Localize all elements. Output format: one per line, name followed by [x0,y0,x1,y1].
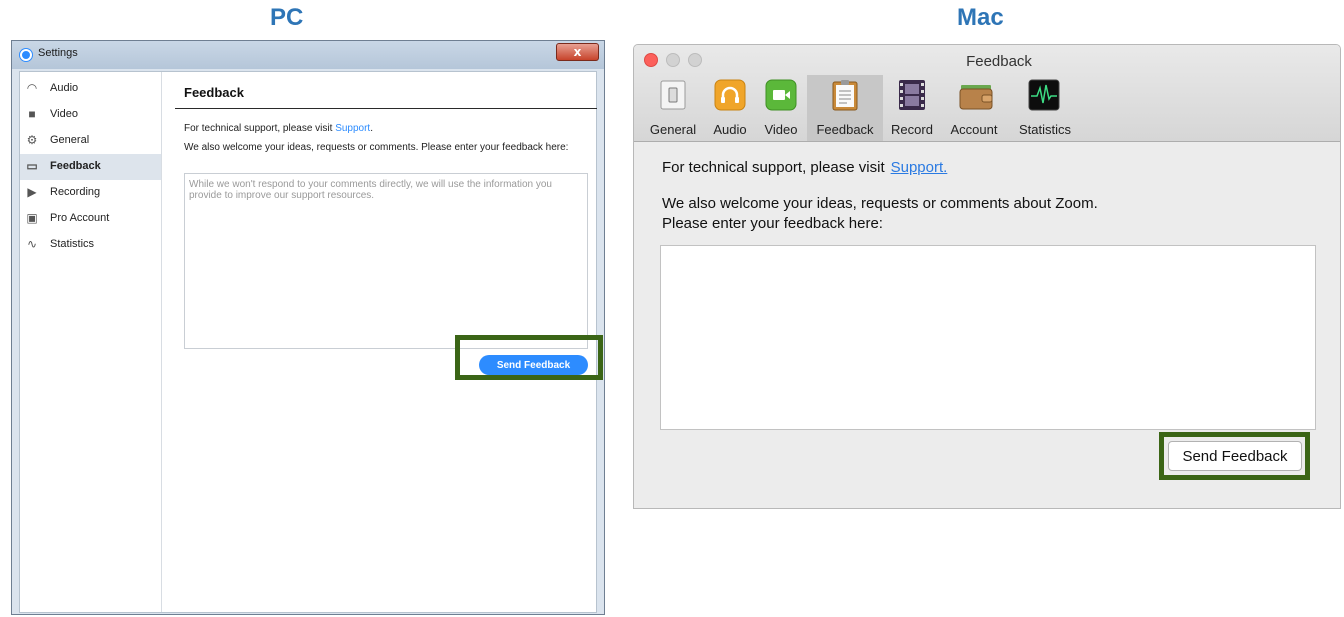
support-prefix: For technical support, please visit [184,123,336,134]
tab-label: Record [891,122,933,137]
tab-label: Account [950,122,998,137]
pc-platform-label: PC [270,4,304,31]
mac-feedback-panel: For technical support, please visit Suppo… [634,143,1340,508]
switch-icon [660,80,686,110]
clipboard-icon [832,80,858,111]
pc-feedback-panel: Feedback For technical support, please v… [163,72,597,612]
chat-bubble-icon: ▭ [26,159,38,173]
pulse-icon: ∿ [26,237,38,251]
tab-general[interactable]: General [642,75,704,141]
support-link[interactable]: Support [335,123,370,134]
mac-feedback-window: Feedback General Audio Video Feedback Re… [633,44,1341,509]
gear-icon: ⚙ [26,133,38,147]
support-text: For technical support, please visit Suppo… [662,159,947,176]
pc-window-title: Settings [38,47,78,59]
heading-divider [175,108,597,109]
sidebar-item-label: Statistics [50,238,95,250]
sidebar-item-label: General [50,134,90,146]
sidebar-item-label: Pro Account [50,212,110,224]
sidebar-item-label: Audio [50,82,79,94]
tab-audio[interactable]: Audio [704,75,756,141]
mac-toolbar: Feedback General Audio Video Feedback Re… [634,45,1340,142]
close-icon: x [573,45,582,59]
sidebar-item-general[interactable]: ⚙ General [20,128,161,154]
feedback-input[interactable] [184,173,588,349]
sidebar-item-label: Video [50,108,78,120]
headphones-icon [714,79,746,111]
tab-video[interactable]: Video [756,75,806,141]
wallet-icon [959,85,993,110]
pc-title-bar[interactable]: Settings x [12,41,604,69]
tab-label: Audio [713,122,747,137]
headphones-icon: ◠ [26,81,38,95]
welcome-text-line2: Please enter your feedback here: [662,215,883,232]
send-feedback-button[interactable]: Send Feedback [479,355,588,375]
tab-record[interactable]: Record [884,75,940,141]
mac-platform-label: Mac [957,4,1004,31]
feedback-input[interactable] [660,245,1316,430]
support-text: For technical support, please visit Supp… [184,123,373,134]
welcome-text-line1: We also welcome your ideas, requests or … [662,195,1098,212]
tab-statistics[interactable]: Statistics [1012,75,1078,141]
sidebar-item-label: Recording [50,186,101,198]
tab-label: General [649,122,697,137]
sidebar-item-recording[interactable]: ▶ Recording [20,180,161,206]
video-camera-icon: ■ [28,107,36,121]
tab-feedback[interactable]: Feedback [807,75,883,141]
page-title: Feedback [184,85,244,100]
zoom-app-icon [20,49,32,61]
support-link[interactable]: Support. [891,159,948,176]
mac-window-title: Feedback [966,53,1032,70]
sidebar-item-feedback[interactable]: ▭ Feedback [20,154,161,180]
film-strip-icon [899,80,925,110]
welcome-text: We also welcome your ideas, requests or … [184,142,569,153]
close-button[interactable]: x [556,43,599,61]
tab-label: Statistics [1018,122,1071,137]
pulse-monitor-icon [1028,79,1060,111]
pc-settings-client: ◠ Audio ■ Video ⚙ General ▭ Feedback ▶ R… [19,71,597,613]
tab-label: Feedback [816,122,874,137]
pc-sidebar: ◠ Audio ■ Video ⚙ General ▭ Feedback ▶ R… [20,72,162,612]
support-prefix: For technical support, please visit [662,159,885,176]
video-camera-icon [765,79,797,111]
sidebar-item-statistics[interactable]: ∿ Statistics [20,232,161,258]
sidebar-item-pro-account[interactable]: ▣ Pro Account [20,206,161,232]
send-feedback-button[interactable]: Send Feedback [1168,441,1302,471]
support-period: . [370,123,373,134]
tab-account[interactable]: Account [940,75,1008,141]
sidebar-item-video[interactable]: ■ Video [20,102,161,128]
play-box-icon: ▶ [27,185,37,199]
sidebar-item-audio[interactable]: ◠ Audio [20,76,161,102]
pc-settings-window: Settings x ◠ Audio ■ Video ⚙ General ▭ F… [11,40,605,615]
sidebar-item-label: Feedback [50,160,101,172]
tab-label: Video [764,122,798,137]
account-card-icon: ▣ [26,211,38,225]
